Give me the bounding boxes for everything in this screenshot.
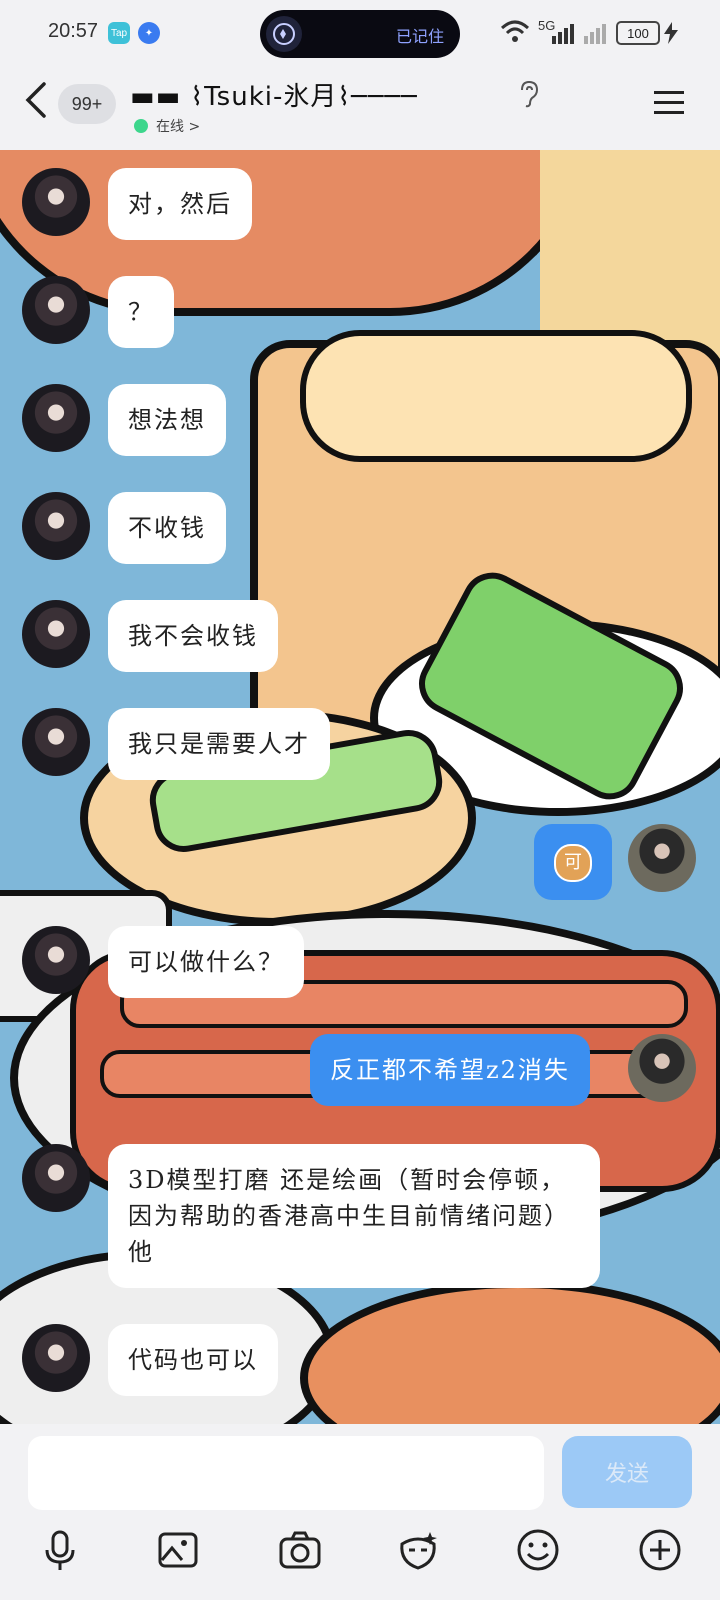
my-avatar[interactable]	[628, 824, 696, 892]
status-time: 20:57	[48, 20, 99, 42]
chat-title[interactable]: ▬▬ ⌇Tsuki-氷月⌇────	[130, 76, 418, 113]
hamburger-icon	[654, 91, 684, 114]
online-status[interactable]: 在线 >	[134, 116, 200, 136]
signal-icon	[550, 22, 578, 48]
contact-avatar[interactable]	[22, 168, 90, 236]
signal-weak-icon	[582, 22, 610, 48]
dynamic-island[interactable]: 已记住	[260, 10, 460, 58]
contact-avatar[interactable]	[22, 1144, 90, 1212]
online-status-label: 在线 >	[156, 119, 201, 135]
message-input[interactable]	[28, 1436, 544, 1510]
message-bubble[interactable]: ？	[108, 276, 174, 348]
my-avatar[interactable]	[628, 1034, 696, 1102]
ear-mode-icon[interactable]	[518, 80, 540, 108]
contact-avatar[interactable]	[22, 1324, 90, 1392]
microphone-icon[interactable]	[38, 1528, 82, 1572]
message-bubble[interactable]: 可以做什么？	[108, 926, 304, 998]
contact-avatar[interactable]	[22, 276, 90, 344]
image-icon[interactable]	[156, 1528, 200, 1572]
message-bubble[interactable]: 我只是需要人才	[108, 708, 330, 780]
app-notification-icon: ✦	[138, 22, 160, 44]
send-button[interactable]: 发送	[562, 1436, 692, 1508]
status-bar: 20:57 Tap ✦ 已记住 5G 100	[0, 0, 720, 66]
online-dot	[134, 119, 148, 133]
plus-icon[interactable]	[638, 1528, 682, 1572]
sticker-icon[interactable]	[396, 1528, 440, 1572]
sticker-coin: 可	[554, 844, 592, 882]
menu-button[interactable]	[652, 88, 686, 118]
contact-avatar[interactable]	[22, 708, 90, 776]
message-bubble-sent[interactable]: 可	[534, 824, 612, 900]
message-bubble[interactable]: 想法想	[108, 384, 226, 456]
message-bubble[interactable]: 不收钱	[108, 492, 226, 564]
tap-app-icon: Tap	[108, 22, 130, 44]
pill-text: 已记住	[395, 27, 444, 46]
composer-bar: 发送	[0, 1424, 720, 1600]
chevron-left-icon	[25, 82, 46, 118]
wifi-icon	[500, 18, 530, 48]
battery-indicator: 100	[616, 21, 660, 45]
unread-count-badge[interactable]: 99+	[58, 84, 116, 124]
back-button[interactable]	[22, 80, 52, 120]
contact-avatar[interactable]	[22, 384, 90, 452]
contact-avatar[interactable]	[22, 926, 90, 994]
emoji-icon[interactable]	[516, 1528, 560, 1572]
charging-icon	[664, 22, 678, 48]
contact-avatar[interactable]	[22, 492, 90, 560]
chat-header: 99+ ▬▬ ⌇Tsuki-氷月⌇──── 在线 >	[0, 66, 720, 150]
camera-icon[interactable]	[278, 1528, 322, 1572]
message-bubble-sent[interactable]: 反正都不希望z2消失	[310, 1034, 590, 1106]
chat-messages[interactable]: 对，然后 ？ 想法想 不收钱 我不会收钱 我只是需要人才 可 可以做什么？ 反正…	[0, 150, 720, 1424]
contact-avatar[interactable]	[22, 600, 90, 668]
message-bubble[interactable]: 3D模型打磨 还是绘画（暂时会停顿，因为帮助的香港高中生目前情绪问题）他	[108, 1144, 600, 1288]
assistant-icon	[266, 16, 302, 52]
message-bubble[interactable]: 代码也可以	[108, 1324, 278, 1396]
message-bubble[interactable]: 对，然后	[108, 168, 252, 240]
message-bubble[interactable]: 我不会收钱	[108, 600, 278, 672]
